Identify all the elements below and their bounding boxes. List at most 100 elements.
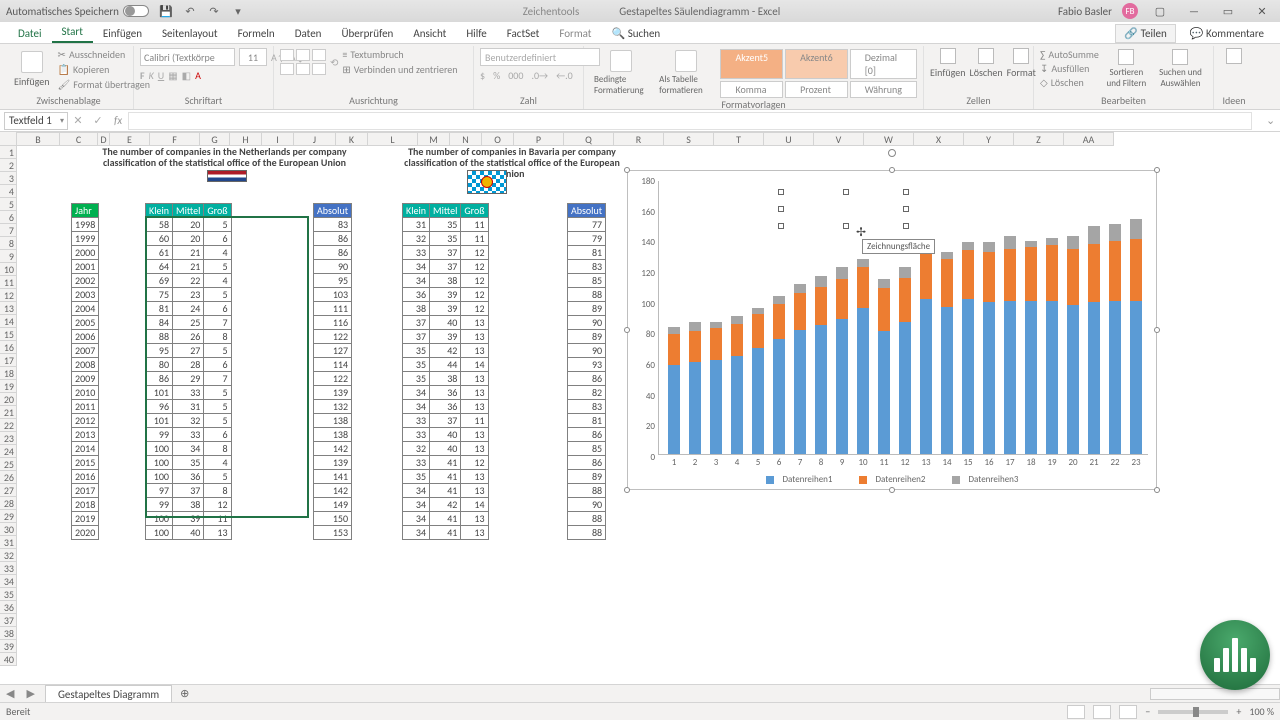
row-header[interactable]: 25 [0,458,17,471]
row-header[interactable]: 19 [0,380,17,393]
row-header[interactable]: 1 [0,146,17,159]
row-header[interactable]: 12 [0,289,17,302]
font-color-button[interactable]: A [195,69,201,82]
horizontal-scrollbar[interactable] [1150,688,1280,700]
decrease-decimal-icon[interactable]: ←.0 [556,69,573,82]
fx-icon[interactable]: fx [108,114,128,127]
save-icon[interactable]: 💾 [159,4,173,18]
tab-pagelayout[interactable]: Seitenlayout [152,23,228,43]
tab-formulas[interactable]: Formeln [228,23,285,43]
fill-button[interactable]: ↧ Ausfüllen [1040,62,1099,75]
tab-file[interactable]: Datei [8,23,52,43]
col-header[interactable]: C [60,132,98,146]
merge-center-button[interactable]: ⊞ Verbinden und zentrieren [342,63,457,76]
sort-filter-button[interactable]: Sortieren und Filtern [1103,49,1150,89]
col-header[interactable]: P [514,132,564,146]
add-sheet-icon[interactable]: ⊕ [172,687,197,700]
zoom-out-icon[interactable]: − [1145,705,1150,718]
col-header[interactable]: X [914,132,964,146]
col-header[interactable]: F [150,132,200,146]
col-header[interactable]: U [764,132,814,146]
col-header[interactable]: D [98,132,110,146]
col-header[interactable]: Y [964,132,1014,146]
row-header[interactable]: 37 [0,614,17,627]
row-header[interactable]: 7 [0,224,17,237]
share-button[interactable]: 🔗 Teilen [1115,24,1175,43]
wrap-text-button[interactable]: ≡ Textumbruch [342,48,457,61]
sheet-nav-next-icon[interactable]: ▶ [20,687,40,700]
currency-icon[interactable]: $ [480,69,485,82]
tab-review[interactable]: Überprüfen [331,23,403,43]
bold-button[interactable]: F [140,69,145,82]
format-cells-button[interactable]: Format [1007,48,1036,79]
clear-button[interactable]: ◇ Löschen [1040,76,1099,89]
col-header[interactable]: M [418,132,450,146]
cell-style-currency[interactable]: Währung [850,81,917,98]
zoom-in-icon[interactable]: + [1236,705,1241,718]
row-header[interactable]: 8 [0,237,17,250]
border-button[interactable]: ▦ [168,69,177,82]
sheet-tab-active[interactable]: Gestapeltes Diagramm [45,685,172,703]
row-header[interactable]: 20 [0,393,17,406]
tab-search[interactable]: 🔍 Suchen [602,23,671,43]
font-size-combo[interactable] [239,48,267,66]
row-header[interactable]: 16 [0,341,17,354]
undo-icon[interactable]: ↶ [183,4,197,18]
col-header[interactable]: K [336,132,368,146]
row-header[interactable]: 3 [0,172,17,185]
tab-insert[interactable]: Einfügen [93,23,152,43]
row-header[interactable]: 34 [0,575,17,588]
row-header[interactable]: 4 [0,185,17,198]
format-as-table-button[interactable]: Als Tabelle formatieren [655,48,716,98]
minimize-icon[interactable]: — [1182,2,1206,20]
sheet-nav-prev-icon[interactable]: ◀ [0,687,20,700]
row-header[interactable]: 32 [0,549,17,562]
col-header[interactable]: J [294,132,336,146]
col-header[interactable]: N [450,132,482,146]
row-header[interactable]: 29 [0,510,17,523]
row-header[interactable]: 22 [0,419,17,432]
row-header[interactable]: 38 [0,627,17,640]
conditional-format-button[interactable]: Bedingte Formatierung [590,48,651,98]
insert-cells-button[interactable]: Einfügen [930,48,966,79]
cancel-formula-icon[interactable]: ✕ [68,114,88,127]
user-avatar[interactable]: FB [1122,3,1138,19]
cell-style-decimal[interactable]: Dezimal [0] [850,49,917,79]
col-header[interactable]: T [714,132,764,146]
view-pagebreak-icon[interactable] [1119,705,1137,719]
rotate-handle-icon[interactable] [888,149,896,157]
row-header[interactable]: 27 [0,484,17,497]
col-header[interactable]: E [110,132,150,146]
row-header[interactable]: 6 [0,211,17,224]
col-header[interactable]: O [482,132,514,146]
row-header[interactable]: 13 [0,302,17,315]
col-header[interactable]: I [262,132,294,146]
chart-legend[interactable]: Datenreihen1 Datenreihen2 Datenreihen3 [628,474,1156,485]
row-header[interactable]: 39 [0,640,17,653]
col-header[interactable]: AA [1064,132,1114,146]
align-grid[interactable] [280,49,326,75]
ideas-button[interactable] [1220,48,1248,66]
tab-home[interactable]: Start [52,21,93,43]
col-header[interactable]: H [230,132,262,146]
row-header[interactable]: 33 [0,562,17,575]
maximize-icon[interactable]: ▭ [1216,2,1240,20]
col-header[interactable]: S [664,132,714,146]
row-header[interactable]: 11 [0,276,17,289]
user-name[interactable]: Fabio Basler [1058,5,1112,18]
row-header[interactable]: 14 [0,315,17,328]
find-select-button[interactable]: Suchen und Auswählen [1154,49,1207,89]
tab-format[interactable]: Format [549,23,601,43]
close-icon[interactable]: ✕ [1250,2,1274,20]
zoom-level[interactable]: 100 % [1249,705,1274,718]
font-name-combo[interactable] [140,48,235,66]
col-header[interactable]: V [814,132,864,146]
fill-color-button[interactable]: ◧ [182,69,191,82]
row-header[interactable]: 18 [0,367,17,380]
row-header[interactable]: 35 [0,588,17,601]
row-header[interactable]: 17 [0,354,17,367]
row-header[interactable]: 9 [0,250,17,263]
autosave-toggle[interactable]: Automatisches Speichern [6,5,149,18]
cell-style-comma[interactable]: Komma [720,81,783,98]
row-header[interactable]: 15 [0,328,17,341]
